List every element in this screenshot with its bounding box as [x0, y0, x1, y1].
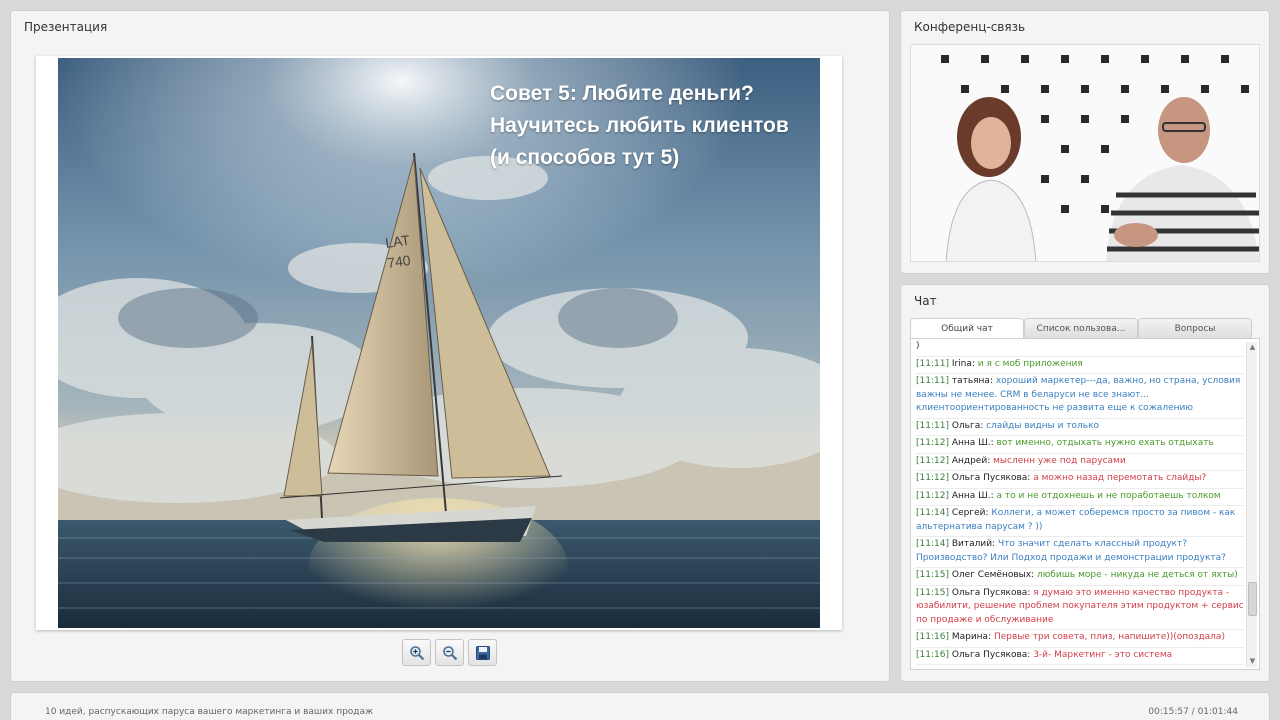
message-time: [11:15] — [916, 587, 952, 598]
chat-scrollbar[interactable]: ▲ ▼ — [1246, 342, 1257, 667]
chat-tabs: Общий чат Список пользова... Вопросы — [910, 318, 1260, 338]
save-button[interactable] — [468, 639, 497, 666]
message-user: Виталий: — [951, 539, 998, 549]
slide-line-2: Научитесь любить клиентов — [490, 114, 789, 137]
message-list: ) [11:11] Irina: и я с моб приложения [11:… — [916, 339, 1244, 665]
slide-toolbar — [402, 639, 497, 666]
tab-general-chat[interactable]: Общий чат — [910, 318, 1024, 338]
message-text: вот именно, отдыхать нужно ехать отдыхат… — [996, 438, 1214, 448]
message-user: Ольга Пусякова: — [951, 587, 1034, 598]
message-user: Анна Ш.: — [951, 438, 997, 448]
scroll-up-icon[interactable]: ▲ — [1247, 342, 1258, 353]
message-user: Ольга Пусякова: — [951, 649, 1034, 660]
message-time: [11:11] — [916, 358, 952, 369]
chat-title: Чат — [914, 294, 937, 308]
message-time: [11:11] — [916, 376, 952, 386]
chat-message: [11:15] Ольга Пусякова: я думаю это имен… — [916, 586, 1244, 630]
chat-message: [11:11] татьяна: хороший маркетер---да, … — [916, 374, 1244, 419]
message-time: [11:16] — [916, 632, 952, 642]
message-user: Сергей: — [951, 508, 992, 518]
chat-message: ) — [916, 339, 1244, 357]
zoom-in-button[interactable] — [402, 639, 431, 666]
slide-line-1: Совет 5: Любите деньги? — [490, 82, 754, 105]
chat-message: [11:11] Irina: и я с моб приложения — [916, 357, 1244, 374]
chat-message: [11:14] Сергей: Коллеги, а может соберем… — [916, 506, 1244, 537]
webcam-scene — [911, 45, 1259, 261]
bottom-bar: 10 идей, распускающих паруса вашего марк… — [10, 692, 1270, 720]
message-text: Первые три совета, плиз, напишите))(опоз… — [993, 632, 1225, 642]
save-icon — [475, 645, 490, 660]
message-text: а можно назад перемотать слайды? — [1033, 473, 1207, 483]
chat-message: [11:15] Олег Семёновых: любишь море - ни… — [916, 568, 1244, 586]
zoom-out-button[interactable] — [435, 639, 464, 666]
message-time: [11:14] — [916, 508, 952, 518]
message-user: Irina: — [951, 358, 978, 369]
webinar-title: 10 идей, распускающих паруса вашего марк… — [45, 707, 374, 717]
message-text: 3-й- Маркетинг - это система — [1033, 649, 1173, 660]
message-user: Андрей: — [951, 455, 994, 466]
message-text: а то и не отдохнешь и не поработаешь тол… — [996, 490, 1221, 501]
tab-questions[interactable]: Вопросы — [1138, 318, 1252, 338]
message-text: ) — [916, 341, 920, 351]
playback-time: 00:15:57 / 01:01:44 — [1148, 707, 1238, 717]
chat-panel: Чат Общий чат Список пользова... Вопросы… — [900, 284, 1270, 682]
message-time: [11:12] — [916, 490, 952, 501]
tab-user-list[interactable]: Список пользова... — [1024, 318, 1138, 338]
slide-heading: Совет 5: Любите деньги? Научитесь любить… — [490, 78, 789, 174]
presentation-title: Презентация — [24, 20, 108, 34]
svg-text:740: 740 — [386, 252, 412, 271]
chat-message: [11:11] Ольга: слайды видны и только — [916, 419, 1244, 436]
video-title: Конференц-связь — [914, 20, 1026, 34]
message-text: мысленн уже под парусами — [993, 455, 1126, 466]
message-user: Олег Семёновых: — [951, 570, 1037, 580]
chat-message: [11:12] Андрей: мысленн уже под парусами — [916, 454, 1244, 471]
video-panel: Конференц-связь — [900, 10, 1270, 274]
message-time: [11:12] — [916, 438, 952, 448]
slide-container: LAT 740 Совет 5: Любите деньги? Научитес… — [36, 56, 842, 630]
message-time: [11:15] — [916, 570, 952, 580]
scroll-down-icon[interactable]: ▼ — [1247, 656, 1258, 667]
chat-messages: ) [11:11] Irina: и я с моб приложения [11:… — [910, 338, 1260, 670]
zoom-out-icon — [442, 645, 457, 660]
slide-line-3: (и способов тут 5) — [490, 146, 680, 169]
message-user: татьяна: — [951, 376, 996, 386]
message-time: [11:12] — [916, 455, 952, 466]
scroll-thumb[interactable] — [1248, 582, 1257, 616]
message-time: [11:11] — [916, 420, 952, 431]
video-feed[interactable] — [910, 44, 1260, 262]
chat-message: [11:12] Анна Ш.: вот именно, отдыхать ну… — [916, 436, 1244, 454]
message-user: Марина: — [951, 632, 994, 642]
message-text: любишь море - никуда не деться от яхты) — [1036, 570, 1238, 580]
chat-message: [11:14] Виталий: Что значит сделать клас… — [916, 537, 1244, 568]
message-user: Ольга Пусякова: — [951, 473, 1034, 483]
message-user: Ольга: — [951, 420, 987, 431]
presentation-panel: Презентация LAT 740 Совет 5: Любите день… — [10, 10, 890, 682]
message-time: [11:12] — [916, 473, 952, 483]
chat-message: [11:16] Ольга Пусякова: 3-й- Маркетинг -… — [916, 648, 1244, 665]
zoom-in-icon — [409, 645, 424, 660]
message-time: [11:16] — [916, 649, 952, 660]
chat-message: [11:16] Марина: Первые три совета, плиз,… — [916, 630, 1244, 648]
message-user: Анна Ш.: — [951, 490, 997, 501]
chat-message: [11:12] Ольга Пусякова: а можно назад пе… — [916, 471, 1244, 489]
message-text: и я с моб приложения — [977, 358, 1083, 369]
slide-image: LAT 740 Совет 5: Любите деньги? Научитес… — [58, 58, 820, 628]
message-time: [11:14] — [916, 539, 952, 549]
message-text: слайды видны и только — [986, 420, 1100, 431]
chat-message: [11:12] Анна Ш.: а то и не отдохнешь и н… — [916, 489, 1244, 506]
